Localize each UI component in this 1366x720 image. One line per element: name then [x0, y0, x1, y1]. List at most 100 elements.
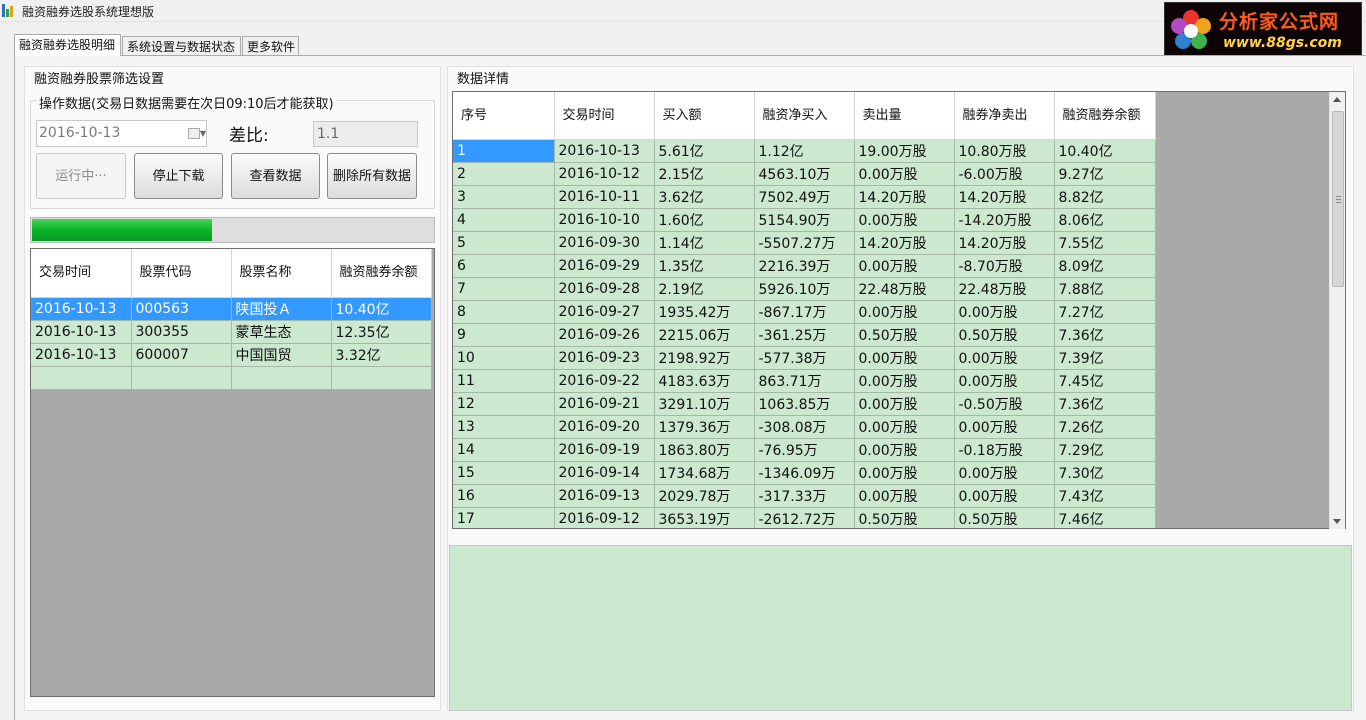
table-cell: 2016-09-20 [554, 415, 655, 439]
stop-download-button[interactable]: 停止下载 [134, 153, 223, 199]
chart-bars-icon [2, 4, 16, 17]
table-cell: 9.27亿 [1054, 162, 1156, 186]
table-row[interactable]: 10 2016-09-23 2198.92万 -577.38万 0.00万股 0.00万股… [453, 346, 1156, 370]
column-header-net-securities-sell[interactable]: 融券净卖出 [954, 92, 1055, 140]
table-cell: 0.00万股 [854, 484, 955, 508]
column-header-net-financing-buy[interactable]: 融资净买入 [754, 92, 855, 140]
table-cell: 3.62亿 [654, 185, 755, 209]
logo-url-text: www.88gs.com [1223, 35, 1342, 51]
table-cell: 2016-09-27 [554, 300, 655, 324]
table-row[interactable]: 1 2016-10-13 5.61亿 1.12亿 19.00万股 10.80万股 10.40… [453, 139, 1156, 163]
column-header-margin-balance[interactable]: 融资融券余额 [1054, 92, 1156, 140]
site-logo[interactable]: 分析家公式网 www.88gs.com [1164, 2, 1362, 56]
table-row[interactable]: 17 2016-09-12 3653.19万 -2612.72万 0.50万股 0.50万… [453, 507, 1156, 528]
table-row[interactable]: 3 2016-10-11 3.62亿 7502.49万 14.20万股 14.20万股 8.… [453, 185, 1156, 209]
table-cell: 8 [453, 300, 555, 324]
table-row[interactable]: 8 2016-09-27 1935.42万 -867.17万 0.00万股 0.00万股 7… [453, 300, 1156, 324]
table-row[interactable]: 13 2016-09-20 1379.36万 -308.08万 0.00万股 0.00万股… [453, 415, 1156, 439]
table-cell: -577.38万 [754, 346, 855, 370]
stock-list-grid[interactable]: 交易时间 股票代码 股票名称 融资融券余额 2016-10-13 000563 … [30, 248, 435, 697]
table-row[interactable]: 15 2016-09-14 1734.68万 -1346.09万 0.00万股 0.00万… [453, 461, 1156, 485]
table-cell: 7.36亿 [1054, 392, 1156, 416]
table-cell: 1863.80万 [654, 438, 755, 462]
delete-all-data-button[interactable]: 删除所有数据 [327, 153, 417, 199]
table-row[interactable]: 5 2016-09-30 1.14亿 -5507.27万 14.20万股 14.20万股 7… [453, 231, 1156, 255]
vertical-scrollbar[interactable] [1329, 92, 1345, 529]
table-cell: 22.48万股 [954, 277, 1055, 301]
table-cell: 1.14亿 [654, 231, 755, 255]
column-header-trade-time[interactable]: 交易时间 [554, 92, 655, 140]
table-cell [331, 366, 432, 390]
table-cell: 0.00万股 [854, 392, 955, 416]
column-header-margin-balance[interactable]: 融资融券余额 [331, 249, 432, 298]
table-cell: 2 [453, 162, 555, 186]
data-detail-grid[interactable]: 序号 交易时间 买入额 融资净买入 卖出量 融券净卖出 融资融券余额 1 2016… [452, 91, 1346, 529]
table-row[interactable]: 6 2016-09-29 1.35亿 2216.39万 0.00万股 -8.70万股 8.0… [453, 254, 1156, 278]
ratio-label: 差比: [229, 126, 269, 146]
table-cell: 2016-09-19 [554, 438, 655, 462]
table-row[interactable]: 4 2016-10-10 1.60亿 5154.90万 0.00万股 -14.20万股 8.… [453, 208, 1156, 232]
table-row[interactable]: 14 2016-09-19 1863.80万 -76.95万 0.00万股 -0.18万股… [453, 438, 1156, 462]
table-row[interactable]: 9 2016-09-26 2215.06万 -361.25万 0.50万股 0.50万股 7… [453, 323, 1156, 347]
table-cell: 9 [453, 323, 555, 347]
table-cell: 1.12亿 [754, 139, 855, 163]
column-header-sell-volume[interactable]: 卖出量 [854, 92, 955, 140]
column-header-buy-amount[interactable]: 买入额 [654, 92, 755, 140]
table-row[interactable]: 12 2016-09-21 3291.10万 1063.85万 0.00万股 -0.50万… [453, 392, 1156, 416]
data-detail-rows: 1 2016-10-13 5.61亿 1.12亿 19.00万股 10.80万股 10.40… [453, 139, 1156, 528]
column-header-trade-time[interactable]: 交易时间 [31, 249, 132, 298]
table-cell: 0.00万股 [854, 346, 955, 370]
calendar-icon [188, 128, 200, 139]
table-cell: 5926.10万 [754, 277, 855, 301]
view-data-button[interactable]: 查看数据 [231, 153, 320, 199]
table-row[interactable]: 7 2016-09-28 2.19亿 5926.10万 22.48万股 22.48万股 7.… [453, 277, 1156, 301]
table-cell: 7 [453, 277, 555, 301]
tab-system-settings[interactable]: 系统设置与数据状态 [122, 36, 241, 55]
table-cell: 7.29亿 [1054, 438, 1156, 462]
table-cell: 7.26亿 [1054, 415, 1156, 439]
table-cell: 1.35亿 [654, 254, 755, 278]
table-cell: 10.80万股 [954, 139, 1055, 163]
table-row[interactable]: 11 2016-09-22 4183.63万 863.71万 0.00万股 0.00万股 7… [453, 369, 1156, 393]
scroll-up-arrow-icon[interactable] [1333, 97, 1341, 102]
table-cell: 13 [453, 415, 555, 439]
running-button[interactable]: 运行中··· [36, 153, 126, 199]
table-cell: -2612.72万 [754, 507, 855, 528]
table-row[interactable]: 2016-10-13 300355 蒙草生态 12.35亿 [31, 320, 432, 344]
scroll-down-arrow-icon[interactable] [1333, 519, 1341, 524]
tab-margin-stock-detail[interactable]: 融资融券选股明细 [14, 34, 121, 56]
table-cell: 4563.10万 [754, 162, 855, 186]
table-cell: 7.45亿 [1054, 369, 1156, 393]
column-header-stock-code[interactable]: 股票代码 [131, 249, 232, 298]
table-cell: 2016-10-13 [31, 320, 132, 344]
table-row[interactable]: 2016-10-13 000563 陕国投Ａ 10.40亿 [31, 297, 432, 321]
column-header-index[interactable]: 序号 [453, 92, 555, 140]
scrollbar-thumb[interactable] [1332, 111, 1344, 287]
table-cell: 7.43亿 [1054, 484, 1156, 508]
table-cell: 0.00万股 [954, 484, 1055, 508]
table-cell: 0.00万股 [954, 346, 1055, 370]
detail-text-area[interactable] [449, 545, 1352, 711]
operation-data-label: 操作数据(交易日数据需要在次日09:10后才能获取) [37, 93, 336, 112]
table-cell: 7502.49万 [754, 185, 855, 209]
table-cell: 0.00万股 [954, 415, 1055, 439]
table-row[interactable]: 16 2016-09-13 2029.78万 -317.33万 0.00万股 0.00万股… [453, 484, 1156, 508]
table-cell: 7.27亿 [1054, 300, 1156, 324]
ratio-input[interactable]: 1.1 [313, 121, 418, 147]
table-cell: 000563 [131, 297, 232, 321]
column-header-stock-name[interactable]: 股票名称 [231, 249, 332, 298]
table-cell: 4183.63万 [654, 369, 755, 393]
filter-settings-title: 融资融券股票筛选设置 [32, 68, 167, 87]
table-cell: -308.08万 [754, 415, 855, 439]
tab-more-software[interactable]: 更多软件 [242, 36, 299, 55]
download-progress-bar [30, 217, 435, 243]
table-row[interactable]: 2 2016-10-12 2.15亿 4563.10万 0.00万股 -6.00万股 9.2… [453, 162, 1156, 186]
table-cell: 0.00万股 [854, 300, 955, 324]
table-row[interactable]: 2016-10-13 600007 中国国贸 3.32亿 [31, 343, 432, 367]
table-cell: 600007 [131, 343, 232, 367]
table-cell: 1.60亿 [654, 208, 755, 232]
table-cell: 0.00万股 [854, 369, 955, 393]
table-row-empty[interactable] [31, 366, 432, 390]
title-bar: 融资融券选股系统理想版 [0, 0, 1366, 22]
date-picker[interactable]: 2016-10-13 ▼ [36, 120, 207, 147]
